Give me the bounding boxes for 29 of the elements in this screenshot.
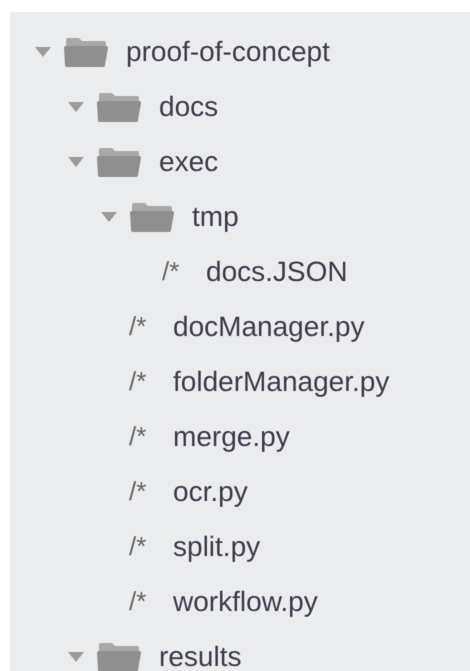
file-glyph: /* bbox=[129, 310, 148, 343]
file-glyph: /* bbox=[162, 255, 180, 288]
caret-icon[interactable] bbox=[68, 156, 84, 168]
file-name[interactable]: docs.JSON bbox=[206, 250, 348, 292]
file-name[interactable]: merge.py bbox=[173, 416, 290, 458]
folder-name[interactable]: results bbox=[159, 636, 242, 671]
file-glyph: /* bbox=[129, 475, 148, 508]
folder-name[interactable]: docs bbox=[159, 86, 218, 128]
file-name[interactable]: split.py bbox=[173, 526, 260, 568]
caret-icon[interactable] bbox=[35, 46, 51, 58]
folder-icon bbox=[96, 90, 142, 122]
file-glyph: /* bbox=[129, 585, 148, 618]
caret-icon[interactable] bbox=[101, 210, 117, 222]
folder-icon bbox=[129, 200, 175, 232]
file-name[interactable]: folderManager.py bbox=[173, 360, 390, 402]
folder-name[interactable]: exec bbox=[159, 140, 218, 182]
folder-name[interactable]: tmp bbox=[192, 196, 239, 238]
file-glyph: /* bbox=[129, 530, 148, 563]
file-glyph: /* bbox=[129, 365, 148, 398]
file-name[interactable]: docManager.py bbox=[173, 306, 364, 348]
file-glyph: /* bbox=[129, 420, 148, 453]
caret-icon[interactable] bbox=[68, 650, 84, 662]
caret-icon[interactable] bbox=[68, 100, 84, 112]
file-name[interactable]: workflow.py bbox=[173, 580, 318, 622]
file-name[interactable]: ocr.py bbox=[173, 470, 248, 512]
folder-icon bbox=[63, 36, 109, 68]
folder-icon bbox=[96, 146, 142, 178]
folder-name[interactable]: proof-of-concept bbox=[126, 30, 330, 72]
folder-icon bbox=[96, 640, 142, 671]
